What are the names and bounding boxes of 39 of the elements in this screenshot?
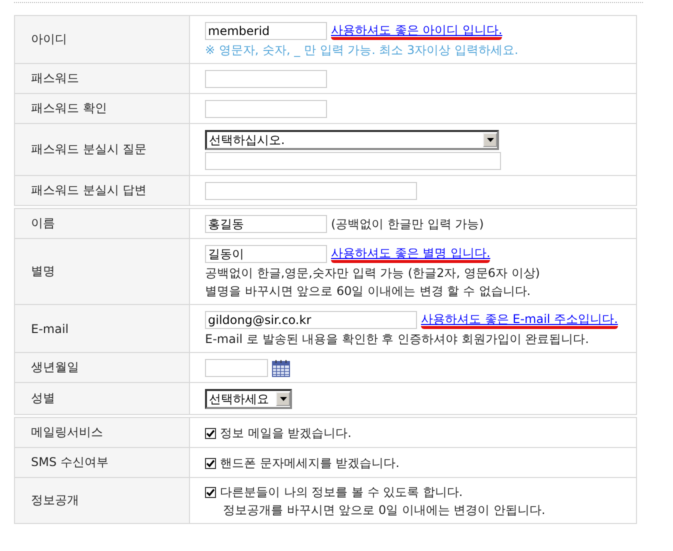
help-text: E-mail 로 발송된 내용을 확인한 후 인증하셔야 회원가입이 완료됩니다. [205,331,589,347]
field-label: 별명 [31,263,55,280]
field-label: E-mail [31,322,69,336]
checkbox[interactable] [205,428,216,438]
input-field[interactable]: memberid [205,22,327,40]
dropdown-arrow-icon [280,397,286,401]
field-label: 정보공개 [31,492,79,509]
field-label: 패스워드 [31,70,79,87]
field-label: 패스워드 분실시 답변 [31,182,147,199]
help-text: 정보공개를 바꾸시면 앞으로 0일 이내에는 변경이 안됩니다. [222,502,546,518]
date-field[interactable] [205,359,268,377]
input-field[interactable]: 길동이 [205,245,327,263]
checkbox-label: 다른분들이 나의 정보를 볼 수 있도록 합니다. [220,484,463,500]
field-label: SMS 수신여부 [31,454,108,471]
field-label: 이름 [31,215,55,232]
checkbox-label: 핸드폰 문자메세지를 받겠습니다. [220,455,400,471]
field-label: 패스워드 분실시 질문 [31,141,147,158]
checkbox[interactable] [205,458,216,468]
input-field[interactable]: 홍길동 [205,215,327,233]
field-label: 아이디 [31,31,67,48]
input-field[interactable] [205,100,327,118]
field-label: 생년월일 [31,359,79,376]
select-dropdown[interactable]: 선택하십시오. [205,130,499,150]
field-label: 패스워드 확인 [31,100,107,117]
help-text: 별명을 바꾸시면 앞으로 60일 이내에는 변경 할 수 없습니다. [205,283,531,299]
select-dropdown[interactable]: 선택하세요 [205,389,292,409]
help-text: 공백없이 한글,영문,숫자만 입력 가능 (한글2자, 영문6자 이상) [205,265,540,281]
checkbox-label: 정보 메일을 받겠습니다. [220,425,352,441]
field-label: 메일링서비스 [31,424,103,441]
input-field[interactable]: gildong@sir.co.kr [205,311,417,329]
help-text: (공백없이 한글만 입력 가능) [331,216,484,232]
dropdown-arrow-icon [486,138,494,142]
calendar-icon[interactable] [272,360,290,376]
hint-text: ※ 영문자, 숫자, _ 만 입력 가능. 최소 3자이상 입력하세요. [205,42,518,58]
field-label: 성별 [31,390,55,407]
checkbox[interactable] [205,486,216,498]
input-field[interactable] [205,152,501,170]
input-field[interactable] [205,182,417,200]
input-field[interactable] [205,70,327,88]
